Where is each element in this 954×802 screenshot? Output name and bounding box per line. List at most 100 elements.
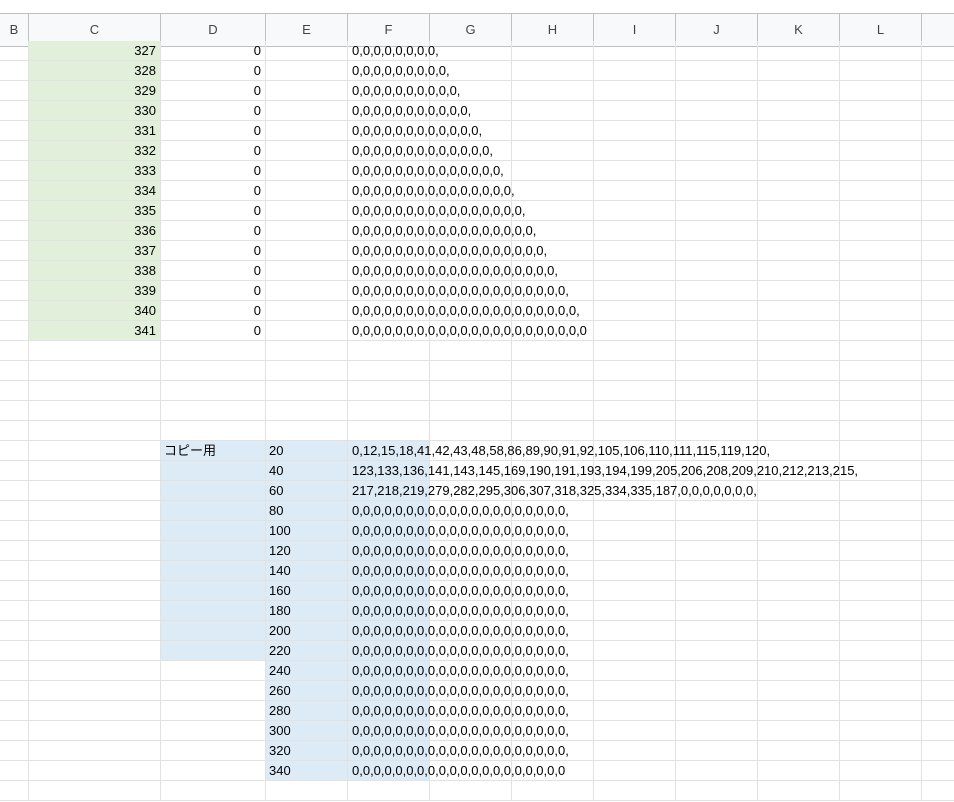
cell-d[interactable]: 0 <box>161 301 266 321</box>
cell-d[interactable] <box>161 501 266 521</box>
cell-e[interactable]: 220 <box>266 641 348 661</box>
cell-l[interactable] <box>840 481 922 501</box>
cell-m[interactable] <box>922 541 954 561</box>
cell-i[interactable] <box>594 661 676 681</box>
cell-k[interactable] <box>758 481 840 501</box>
cell-m[interactable] <box>922 401 954 421</box>
cell-f[interactable]: 0,0,0,0,0,0,0,0,0,0,0,0,0,0,0,0, <box>348 201 525 221</box>
cell-c[interactable] <box>29 381 161 401</box>
cell-m[interactable] <box>922 601 954 621</box>
cell-j[interactable] <box>676 701 758 721</box>
cell-g[interactable] <box>430 381 512 401</box>
cell-e[interactable]: 300 <box>266 721 348 741</box>
cell-e[interactable]: 240 <box>266 661 348 681</box>
cell-f[interactable]: 0,0,0,0,0,0,0,0,0,0,0,0,0,0,0,0,0, <box>348 221 536 241</box>
cell-k[interactable] <box>758 281 840 301</box>
cell-c[interactable] <box>29 561 161 581</box>
cell-l[interactable] <box>840 181 922 201</box>
cell-m[interactable] <box>922 221 954 241</box>
cell-b[interactable] <box>0 481 29 501</box>
cell-l[interactable] <box>840 321 922 341</box>
cell-k[interactable] <box>758 741 840 761</box>
cell-f[interactable] <box>348 421 430 441</box>
cell-m[interactable] <box>922 421 954 441</box>
cell-b[interactable] <box>0 321 29 341</box>
cell-j[interactable] <box>676 161 758 181</box>
cell-d[interactable]: 0 <box>161 241 266 261</box>
cell-f[interactable]: 123,133,136,141,143,145,169,190,191,193,… <box>348 461 858 481</box>
cell-j[interactable] <box>676 301 758 321</box>
cell-d[interactable] <box>161 381 266 401</box>
cell-g[interactable] <box>430 341 512 361</box>
cell-j[interactable] <box>676 201 758 221</box>
cell-k[interactable] <box>758 521 840 541</box>
cell-l[interactable] <box>840 381 922 401</box>
cell-k[interactable] <box>758 121 840 141</box>
cell-e[interactable] <box>266 281 348 301</box>
cell-d[interactable] <box>161 361 266 381</box>
cell-c[interactable]: 334 <box>29 181 161 201</box>
cell-e[interactable]: 160 <box>266 581 348 601</box>
cell-l[interactable] <box>840 541 922 561</box>
cell-g[interactable] <box>430 401 512 421</box>
cell-b[interactable] <box>0 501 29 521</box>
cell-f[interactable]: 0,0,0,0,0,0,0,0,0,0,0,0,0, <box>348 141 493 161</box>
cell-l[interactable] <box>840 581 922 601</box>
cell-k[interactable] <box>758 781 840 801</box>
cell-l[interactable] <box>840 241 922 261</box>
cell-e[interactable] <box>266 121 348 141</box>
cell-b[interactable] <box>0 181 29 201</box>
cell-b[interactable] <box>0 241 29 261</box>
cell-k[interactable] <box>758 241 840 261</box>
cell-j[interactable] <box>676 81 758 101</box>
cell-m[interactable] <box>922 101 954 121</box>
cell-k[interactable] <box>758 81 840 101</box>
cell-k[interactable] <box>758 301 840 321</box>
cell-f[interactable]: 0,0,0,0,0,0,0,0,0,0,0,0,0,0,0,0,0,0,0,0, <box>348 541 569 561</box>
cell-l[interactable] <box>840 401 922 421</box>
cell-b[interactable] <box>0 781 29 801</box>
cell-e[interactable] <box>266 321 348 341</box>
cell-e[interactable] <box>266 361 348 381</box>
cell-b[interactable] <box>0 201 29 221</box>
cell-d[interactable]: 0 <box>161 81 266 101</box>
cell-f[interactable]: 0,0,0,0,0,0,0,0,0,0,0,0,0,0,0,0,0,0,0,0, <box>348 721 569 741</box>
cell-e[interactable]: 120 <box>266 541 348 561</box>
cell-i[interactable] <box>594 781 676 801</box>
cell-d[interactable]: 0 <box>161 281 266 301</box>
cell-l[interactable] <box>840 61 922 81</box>
cell-i[interactable] <box>594 201 676 221</box>
cell-m[interactable] <box>922 261 954 281</box>
cell-l[interactable] <box>840 761 922 781</box>
cell-i[interactable] <box>594 601 676 621</box>
cell-j[interactable] <box>676 781 758 801</box>
cell-k[interactable] <box>758 721 840 741</box>
cell-d[interactable]: 0 <box>161 121 266 141</box>
cell-f[interactable]: 0,0,0,0,0,0,0,0,0,0,0,0,0,0,0,0,0,0,0,0, <box>348 281 569 301</box>
cell-i[interactable] <box>594 581 676 601</box>
cell-m[interactable] <box>922 341 954 361</box>
cell-f[interactable]: 0,0,0,0,0,0,0,0, <box>348 41 439 61</box>
cell-b[interactable] <box>0 381 29 401</box>
cell-j[interactable] <box>676 501 758 521</box>
cell-i[interactable] <box>594 541 676 561</box>
cell-c[interactable] <box>29 461 161 481</box>
cell-k[interactable] <box>758 181 840 201</box>
cell-e[interactable]: 140 <box>266 561 348 581</box>
cell-i[interactable] <box>594 61 676 81</box>
cell-f[interactable] <box>348 381 430 401</box>
cell-j[interactable] <box>676 621 758 641</box>
cell-h[interactable] <box>512 181 594 201</box>
cell-k[interactable] <box>758 761 840 781</box>
cell-i[interactable] <box>594 741 676 761</box>
cell-b[interactable] <box>0 541 29 561</box>
cell-d[interactable]: 0 <box>161 181 266 201</box>
cell-f[interactable]: 0,0,0,0,0,0,0,0,0,0,0,0,0,0,0,0,0,0,0,0, <box>348 661 569 681</box>
cell-g[interactable] <box>430 41 512 61</box>
cell-f[interactable] <box>348 341 430 361</box>
cell-i[interactable] <box>594 561 676 581</box>
cell-l[interactable] <box>840 41 922 61</box>
cell-f[interactable]: 0,0,0,0,0,0,0,0,0,0,0,0,0,0,0,0,0,0,0,0, <box>348 621 569 641</box>
cell-d[interactable] <box>161 401 266 421</box>
cell-k[interactable] <box>758 541 840 561</box>
